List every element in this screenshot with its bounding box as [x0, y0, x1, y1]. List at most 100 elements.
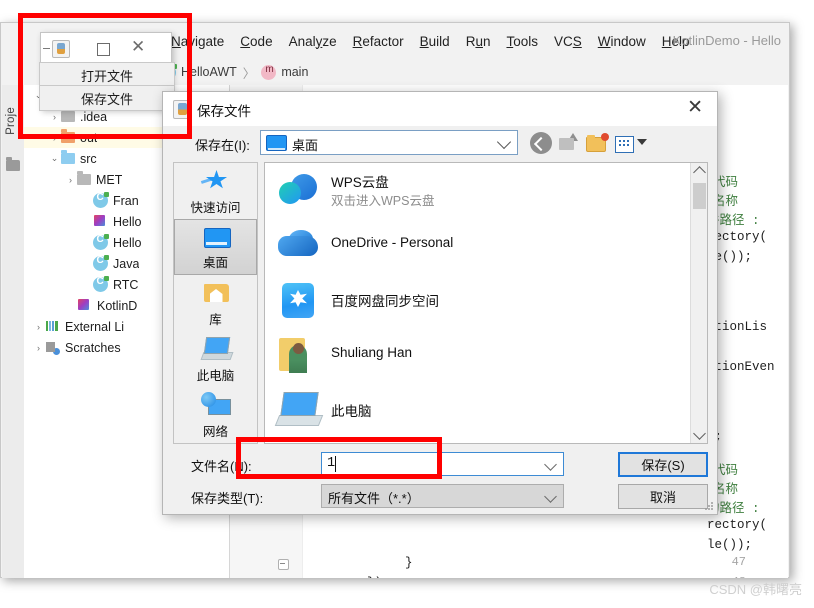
- up-folder-icon[interactable]: [558, 132, 580, 154]
- look-in-dropdown[interactable]: 桌面: [260, 130, 518, 155]
- network-globe-icon: [200, 392, 231, 418]
- chevron-down-icon[interactable]: [544, 490, 557, 503]
- code-fragment: });: [367, 576, 390, 578]
- place-item[interactable]: 此电脑: [174, 331, 257, 387]
- place-label: 库: [209, 313, 222, 327]
- tree-node-label: MET: [96, 172, 123, 187]
- save-file-button[interactable]: 保存文件: [39, 85, 175, 111]
- place-item[interactable]: 桌面: [174, 219, 257, 275]
- file-list-item[interactable]: Shuliang Han: [265, 328, 707, 383]
- new-folder-icon[interactable]: [586, 132, 609, 154]
- folder-gray-icon: [61, 108, 75, 122]
- chevron-icon[interactable]: ›: [48, 112, 61, 122]
- line-number: 48: [732, 575, 746, 578]
- tree-node-label: out: [80, 130, 98, 145]
- wps-cloud-icon: [277, 170, 319, 210]
- ide-window-title: KotlinDemo - Hello: [672, 33, 781, 48]
- menu-item-tools[interactable]: Tools: [506, 34, 538, 49]
- chevron-icon[interactable]: ⌄: [48, 153, 61, 164]
- library-icon: [45, 319, 60, 334]
- menu-item-build[interactable]: Build: [420, 34, 450, 49]
- java-class-icon: [93, 192, 109, 208]
- quick-access-star-icon: [201, 168, 231, 194]
- menu-item-window[interactable]: Window: [598, 34, 646, 49]
- resize-grip[interactable]: [704, 501, 714, 511]
- menu-item-analyze[interactable]: Analyze: [289, 34, 337, 49]
- chevron-icon[interactable]: ›: [32, 343, 45, 353]
- breadcrumb-separator: 〉: [242, 66, 256, 81]
- look-in-value: 桌面: [292, 138, 319, 153]
- kotlin-file-icon: [77, 298, 92, 313]
- save-button[interactable]: 保存(S): [618, 452, 708, 477]
- menu-item-code[interactable]: Code: [240, 34, 272, 49]
- maximize-button[interactable]: [97, 43, 110, 56]
- back-icon[interactable]: [530, 132, 552, 154]
- chevron-down-icon[interactable]: [496, 134, 512, 150]
- chevron-icon[interactable]: ›: [64, 175, 77, 185]
- java-class-icon: [93, 255, 109, 271]
- menu-item-run[interactable]: Run: [466, 34, 491, 49]
- menu-item-navigate[interactable]: Navigate: [171, 34, 224, 49]
- file-list-item[interactable]: WPS云盘 双击进入WPS云盘: [265, 163, 707, 218]
- file-name: OneDrive - Personal: [331, 235, 454, 250]
- file-list-item[interactable]: 百度网盘同步空间: [265, 273, 707, 328]
- tree-node-label: RTC: [113, 277, 139, 292]
- tree-node-label: KotlinD: [97, 298, 138, 313]
- menu-item-vcs[interactable]: VCS: [554, 34, 582, 49]
- scratches-icon: [45, 340, 60, 355]
- menu-item-refactor[interactable]: Refactor: [353, 34, 404, 49]
- this-pc-icon: [201, 336, 231, 362]
- tree-node-label: Fran: [113, 193, 139, 208]
- folder-blue-icon: [61, 150, 75, 164]
- code-fragment: }: [405, 556, 413, 570]
- scroll-up-button[interactable]: [691, 163, 707, 180]
- look-in-row: 保存在(I): 桌面: [163, 126, 717, 160]
- folder-gray-icon: [77, 171, 91, 185]
- file-name-input[interactable]: 1: [321, 452, 564, 476]
- file-type-label: 保存类型(T):: [191, 491, 264, 506]
- tree-node-label: Hello: [113, 214, 142, 229]
- watermark: CSDN @韩曙亮: [709, 582, 802, 597]
- breadcrumb-class[interactable]: HelloAWT: [181, 65, 237, 79]
- project-tool-tab[interactable]: Proje: [5, 107, 17, 135]
- look-in-label: 保存在(I):: [195, 138, 250, 153]
- view-menu-icon[interactable]: [614, 132, 636, 154]
- java-class-icon: [93, 276, 109, 292]
- chevron-icon[interactable]: ›: [32, 322, 45, 332]
- scroll-down-button[interactable]: [691, 426, 707, 443]
- cancel-button[interactable]: 取消: [618, 484, 708, 509]
- close-icon[interactable]: ✕: [131, 38, 145, 55]
- file-list-item[interactable]: 此电脑: [265, 383, 707, 438]
- chevron-down-icon[interactable]: [637, 139, 647, 145]
- chevron-icon[interactable]: ›: [48, 133, 61, 143]
- file-subtitle: 双击进入WPS云盘: [331, 194, 435, 208]
- place-item[interactable]: 网络: [174, 387, 257, 443]
- file-list-item[interactable]: OneDrive - Personal: [265, 218, 707, 273]
- file-list-scrollbar[interactable]: [690, 163, 707, 443]
- kotlin-file-icon: [93, 214, 108, 229]
- file-type-dropdown[interactable]: 所有文件（*.*）: [321, 484, 564, 508]
- file-name: 此电脑: [331, 404, 372, 419]
- file-list[interactable]: WPS云盘 双击进入WPS云盘 OneDrive - Personal 百度网盘同步空…: [264, 162, 708, 444]
- java-coffee-icon: [52, 40, 70, 58]
- this-pc-icon: [277, 390, 319, 430]
- close-icon[interactable]: ✕: [687, 96, 703, 121]
- place-label: 桌面: [202, 256, 228, 270]
- fold-marker[interactable]: [278, 559, 289, 570]
- desktop-monitor-icon: [201, 225, 231, 251]
- file-name: Shuliang Han: [331, 345, 413, 360]
- breadcrumb-method[interactable]: main: [281, 65, 308, 79]
- code-fragment: rectory(: [707, 518, 768, 532]
- chevron-down-icon[interactable]: [544, 458, 557, 471]
- tree-node-label: Scratches: [65, 340, 121, 355]
- dialog-title-bar: 保存文件 ✕: [163, 92, 717, 127]
- place-item[interactable]: 库: [174, 275, 257, 331]
- place-item[interactable]: 快速访问: [174, 163, 257, 219]
- folder-icon: [6, 157, 20, 171]
- place-label: 网络: [202, 425, 228, 439]
- tree-node-label: Hello: [113, 235, 142, 250]
- baidu-netdisk-icon: [277, 280, 319, 320]
- scrollbar-thumb[interactable]: [693, 183, 706, 209]
- folder-orange-icon: [61, 129, 75, 143]
- awt-demo-window[interactable]: ✕ 打开文件 保存文件: [39, 32, 175, 111]
